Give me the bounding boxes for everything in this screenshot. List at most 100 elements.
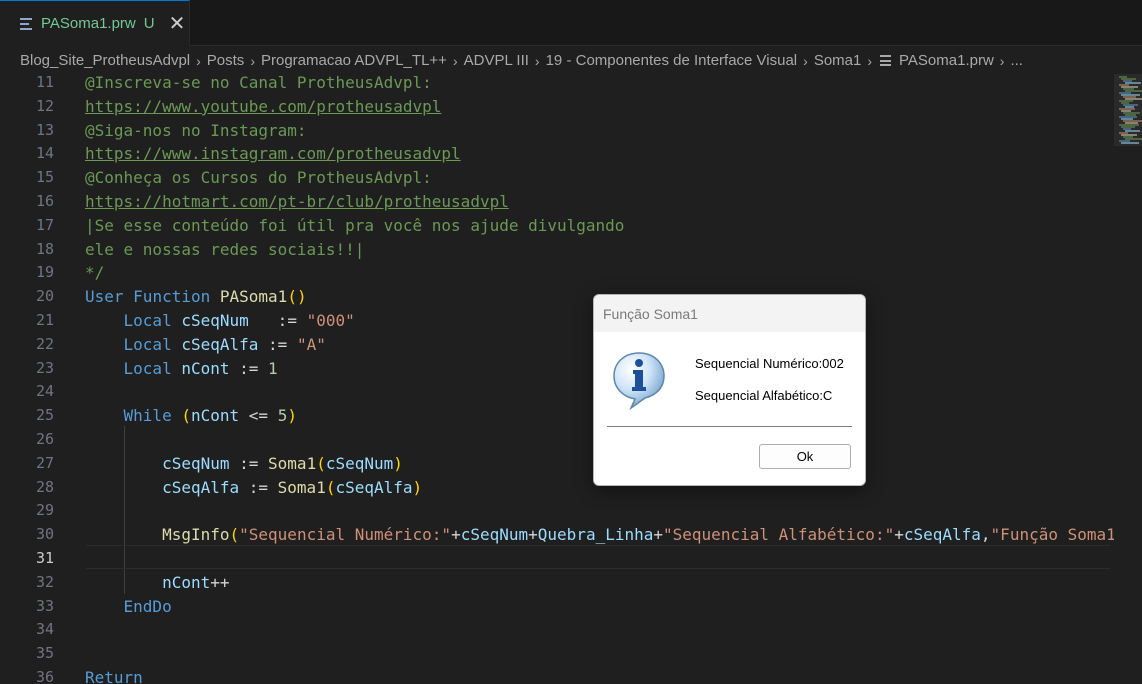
code-text: Local nCont := 1: [123, 358, 278, 378]
tab-git-status-badge: U: [143, 15, 155, 32]
code-text: @Inscreva-se no Canal ProtheusAdvpl:: [85, 73, 432, 92]
code-line[interactable]: 18 ele e nossas redes sociais!!|: [0, 238, 1110, 262]
code-line[interactable]: 36 Return: [0, 666, 1110, 684]
chevron-right-icon: ›: [534, 52, 540, 69]
file-lines-icon: [880, 55, 892, 66]
editor-tab-bar: PASoma1.prw U ✕: [0, 0, 1142, 46]
line-number: 30: [35, 525, 54, 544]
code-text: EndDo: [123, 596, 172, 616]
chevron-right-icon: ›: [250, 52, 255, 69]
line-number: 27: [35, 453, 54, 472]
line-number: 33: [35, 596, 54, 615]
line-number: 23: [35, 358, 54, 377]
code-text: @Siga-nos no Instagram:: [85, 120, 307, 140]
breadcrumb-item-advpl-iii[interactable]: ADVPL III: [464, 52, 529, 69]
code-line[interactable]: 22 Local cSeqAlfa := "A": [0, 333, 1110, 357]
ok-button[interactable]: Ok: [759, 444, 851, 469]
line-number: 35: [35, 644, 54, 663]
line-number: 28: [35, 477, 54, 496]
code-line[interactable]: 11 @Inscreva-se no Canal ProtheusAdvpl:: [0, 71, 1110, 95]
code-text: https://www.youtube.com/protheusadvpl: [85, 96, 442, 116]
line-number: 18: [35, 239, 54, 258]
code-text: */: [85, 263, 105, 283]
breadcrumb-item-file[interactable]: PASoma1.prw: [899, 52, 994, 69]
chevron-right-icon: ›: [867, 52, 873, 69]
breadcrumb-item-componentes[interactable]: 19 - Componentes de Interface Visual: [546, 52, 798, 69]
line-number: 25: [35, 406, 54, 425]
line-number: 31: [35, 549, 54, 567]
file-lines-icon: [20, 17, 32, 30]
code-line[interactable]: 13 @Siga-nos no Instagram:: [0, 119, 1110, 143]
line-number: 13: [35, 120, 54, 139]
code-line[interactable]: 31: [0, 547, 1110, 571]
editor-tab-pasoma1[interactable]: PASoma1.prw U ✕: [0, 0, 190, 46]
dialog-title: Função Soma1: [603, 305, 698, 322]
code-line[interactable]: 30 MsgInfo("Sequencial Numérico:"+cSeqNu…: [0, 523, 1116, 547]
line-number: 17: [35, 215, 54, 234]
info-icon: [613, 352, 665, 410]
code-text: https://www.instagram.com/protheusadvpl: [85, 144, 461, 164]
line-number: 36: [35, 668, 54, 684]
line-number: 29: [35, 501, 54, 520]
breadcrumb-item-programacao[interactable]: Programacao ADVPL_TL++: [261, 52, 447, 69]
dialog-divider: [607, 426, 852, 427]
line-number: 11: [35, 73, 54, 91]
line-number: 32: [35, 572, 54, 591]
code-line[interactable]: 23 Local nCont := 1: [0, 357, 1110, 381]
breadcrumb-item-root[interactable]: Blog_Site_ProtheusAdvpl: [20, 52, 190, 69]
breadcrumb-item-posts[interactable]: Posts: [207, 52, 245, 69]
code-line[interactable]: 28 cSeqAlfa := Soma1(cSeqAlfa): [0, 476, 1110, 500]
line-number: 24: [35, 382, 54, 401]
breadcrumb: Blog_Site_ProtheusAdvpl › Posts › Progra…: [0, 47, 1142, 74]
code-line[interactable]: 35: [0, 642, 1110, 666]
minimap-slider[interactable]: [1114, 74, 1142, 146]
minimap[interactable]: [1114, 74, 1142, 684]
code-text: https://hotmart.com/pt-br/club/protheusa…: [85, 192, 509, 211]
code-line[interactable]: 26: [0, 428, 1110, 452]
line-number: 14: [35, 144, 54, 163]
chevron-right-icon: ›: [999, 52, 1005, 69]
line-number: 12: [35, 96, 54, 115]
code-line[interactable]: 25 While (nCont <= 5): [0, 404, 1110, 428]
chevron-right-icon: ›: [452, 52, 458, 69]
code-text: MsgInfo("Sequencial Numérico:"+cSeqNum+Q…: [162, 525, 1116, 545]
code-line[interactable]: 32 nCont++: [0, 571, 1110, 595]
breadcrumb-item-symbols[interactable]: ...: [1010, 52, 1023, 69]
code-line[interactable]: 17 |Se esse conteúdo foi útil pra você no…: [0, 214, 1110, 238]
chevron-right-icon: ›: [803, 52, 808, 69]
code-text: Local cSeqAlfa := "A": [123, 334, 326, 354]
line-number: 34: [35, 620, 54, 639]
chevron-right-icon: ›: [196, 52, 201, 69]
code-text: cSeqAlfa := Soma1(cSeqAlfa): [162, 477, 423, 497]
msginfo-dialog: Função Soma1 Sequencial Numérico:002 Seq…: [593, 294, 866, 486]
code-line[interactable]: 14 https://www.instagram.com/protheusadvp…: [0, 142, 1110, 166]
code-line[interactable]: 12 https://www.youtube.com/protheusadvpl: [0, 95, 1110, 119]
dialog-message-numeric: Sequencial Numérico:002: [695, 356, 844, 371]
code-text: cSeqNum := Soma1(cSeqNum): [162, 453, 403, 473]
code-line[interactable]: 34: [0, 618, 1110, 642]
code-text: While (nCont <= 5): [123, 406, 297, 426]
line-number: 21: [35, 311, 54, 329]
line-number: 22: [35, 334, 54, 353]
code-line[interactable]: 19 */: [0, 261, 1110, 285]
code-line[interactable]: 20 User Function PASoma1(): [0, 285, 1110, 309]
dialog-titlebar[interactable]: Função Soma1: [594, 295, 865, 332]
code-line[interactable]: 15 @Conheça os Cursos do ProtheusAdvpl:: [0, 166, 1110, 190]
line-number: 20: [35, 287, 54, 306]
close-icon[interactable]: ✕: [169, 14, 186, 34]
code-text: User Function PASoma1(): [85, 287, 307, 307]
dialog-body: Sequencial Numérico:002 Sequencial Alfab…: [594, 332, 865, 485]
code-line[interactable]: 33 EndDo: [0, 595, 1110, 619]
code-text: nCont++: [162, 572, 230, 592]
code-line[interactable]: 29: [0, 499, 1110, 523]
code-editor[interactable]: 11 @Inscreva-se no Canal ProtheusAdvpl: 12…: [0, 71, 1142, 684]
code-line[interactable]: 16 https://hotmart.com/pt-br/club/protheu…: [0, 190, 1110, 214]
code-line[interactable]: 27 cSeqNum := Soma1(cSeqNum): [0, 452, 1110, 476]
code-text: Local cSeqNum := "000": [123, 311, 355, 330]
code-line[interactable]: 24: [0, 380, 1110, 404]
dialog-message-alpha: Sequencial Alfabético:C: [695, 388, 833, 403]
code-line[interactable]: 21 Local cSeqNum := "000": [0, 309, 1110, 333]
code-text: @Conheça os Cursos do ProtheusAdvpl:: [85, 168, 432, 188]
line-number: 26: [35, 430, 54, 448]
breadcrumb-item-soma1[interactable]: Soma1: [814, 52, 862, 69]
